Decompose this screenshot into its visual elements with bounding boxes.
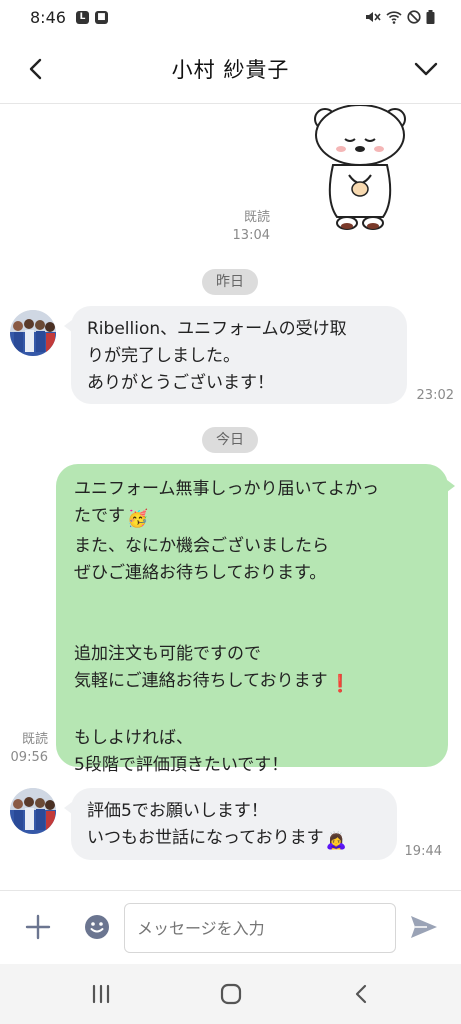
message-input-bar <box>0 890 461 964</box>
avatar[interactable] <box>10 310 56 356</box>
app-notification-icon: ■ <box>94 10 108 24</box>
home-button[interactable] <box>216 980 246 1008</box>
message-input[interactable] <box>124 903 396 953</box>
message-text: たです <box>74 506 125 526</box>
message-line <box>74 698 430 725</box>
message-line: 5段階で評価頂きたいです！ <box>74 755 289 775</box>
message-line: 評価5でお願いします！ <box>87 801 268 821</box>
message-text: いつもお世話になっております <box>87 828 324 848</box>
message-time: 19:44 <box>404 844 442 859</box>
date-separator-yesterday: 昨日 <box>202 269 258 295</box>
recent-apps-icon <box>92 984 110 1004</box>
incoming-message-bubble[interactable]: 評価5でお願いします！ いつもお世話になっております 🙇‍♀️ <box>64 788 397 860</box>
back-button[interactable] <box>20 54 50 84</box>
message-line: ぜひご連絡お待ちしております。 <box>74 563 327 583</box>
read-receipt: 既読 <box>21 732 48 747</box>
outgoing-meta: 既読 09:56 <box>8 731 48 767</box>
date-separator-today: 今日 <box>202 427 258 453</box>
home-icon <box>220 983 242 1005</box>
status-bar: 8:46 L ■ <box>0 0 461 34</box>
chat-menu-button[interactable] <box>411 54 441 84</box>
line-notification-icon: L <box>75 10 89 24</box>
emoji-button[interactable] <box>83 913 111 941</box>
add-attachment-button[interactable] <box>24 913 52 941</box>
system-nav-bar <box>0 964 461 1024</box>
message-line: 気軽にご連絡お待ちしております ❗ <box>74 668 430 698</box>
status-time: 8:46 <box>30 7 66 27</box>
message-time: 13:04 <box>232 228 270 243</box>
message-line <box>74 587 430 614</box>
send-button[interactable] <box>409 913 439 941</box>
message-line: いつもお世話になっております 🙇‍♀️ <box>87 825 381 855</box>
message-line: ユニフォーム無事しっかり届いてよかっ <box>74 479 379 499</box>
bear-bowing-sticker[interactable] <box>305 105 420 235</box>
message-time: 23:02 <box>416 388 454 403</box>
back-chevron-icon <box>29 58 42 80</box>
recent-apps-button[interactable] <box>86 980 116 1008</box>
message-line <box>74 614 430 641</box>
battery-icon <box>426 10 435 24</box>
incoming-message-bubble[interactable]: Ribellion、ユニフォームの受け取 りが完了しました。 ありがとうございま… <box>64 306 407 404</box>
outgoing-message-bubble[interactable]: ユニフォーム無事しっかり届いてよかっ たです 🥳 また、なにか機会ございましたら … <box>56 464 455 775</box>
message-line: もしよければ、 <box>74 728 193 748</box>
chat-title: 小村 紗貴子 <box>171 57 290 82</box>
send-icon <box>411 916 437 938</box>
message-line: ありがとうございます！ <box>87 373 274 393</box>
message-text: 気軽にご連絡お待ちしております <box>74 671 328 691</box>
wifi-icon <box>386 11 402 24</box>
do-not-disturb-icon <box>407 10 421 24</box>
message-line: たです 🥳 <box>74 503 430 533</box>
plus-icon <box>25 914 51 940</box>
read-receipt: 既読 <box>243 210 270 225</box>
system-back-button[interactable] <box>346 980 376 1008</box>
person-bowing-icon: 🙇‍♀️ <box>325 831 347 851</box>
message-line: 追加注文も可能ですので <box>74 644 261 664</box>
smiley-icon <box>85 915 109 939</box>
message-time: 09:56 <box>10 750 48 765</box>
message-line: りが完了しました。 <box>87 346 240 366</box>
avatar[interactable] <box>10 788 56 834</box>
red-exclamation-icon: ❗ <box>329 674 351 694</box>
mute-icon <box>366 12 381 22</box>
chat-header: 小村 紗貴子 <box>0 34 461 104</box>
chat-area[interactable]: 既読 13:04 昨日 Ribellion、ユニフォームの受け取 りが完了しまし… <box>0 105 461 890</box>
party-face-icon: 🥳 <box>127 509 149 529</box>
message-line: また、なにか機会ございましたら <box>74 536 329 556</box>
back-icon <box>355 984 367 1004</box>
chevron-down-icon <box>414 62 438 76</box>
message-line: Ribellion、ユニフォームの受け取 <box>87 319 347 339</box>
status-system-icons <box>365 10 435 24</box>
sticker-meta: 既読 13:04 <box>228 209 270 245</box>
